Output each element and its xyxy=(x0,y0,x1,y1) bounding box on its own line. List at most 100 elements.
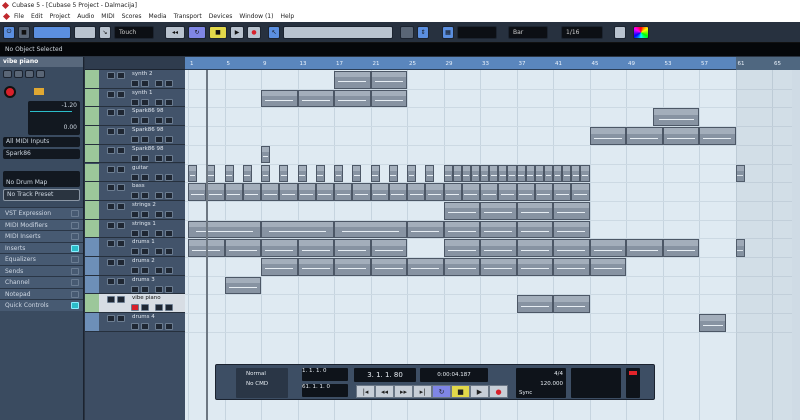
midi-event[interactable] xyxy=(370,71,407,89)
audio-event[interactable] xyxy=(480,239,517,257)
midi-event[interactable] xyxy=(315,183,334,201)
midi-event[interactable] xyxy=(334,164,344,183)
write-button[interactable] xyxy=(165,210,173,218)
track-row[interactable]: drums 2 xyxy=(85,257,185,276)
read-button[interactable] xyxy=(155,285,163,293)
midi-event[interactable] xyxy=(370,164,380,183)
marker-panel[interactable] xyxy=(571,368,621,398)
read-button[interactable] xyxy=(155,173,163,181)
track-row[interactable]: Spark86 98 xyxy=(85,144,185,164)
solo-button[interactable] xyxy=(117,315,125,323)
record-enable-button[interactable] xyxy=(131,192,139,200)
edit-button[interactable] xyxy=(34,88,44,95)
write-button[interactable] xyxy=(165,154,173,162)
audio-event[interactable] xyxy=(553,258,590,276)
track-row[interactable]: strings 2 xyxy=(85,200,185,220)
audio-event[interactable] xyxy=(589,258,626,276)
forward-button[interactable]: ▸▸ xyxy=(394,385,413,398)
record-enable-button[interactable] xyxy=(131,248,139,256)
track-row[interactable]: synth 2 xyxy=(85,70,185,89)
write-button[interactable] xyxy=(165,323,173,331)
mute-button[interactable] xyxy=(107,109,115,117)
monitor-button[interactable] xyxy=(141,173,149,181)
midi-event[interactable] xyxy=(443,201,480,220)
constrain-delay-button[interactable]: ■ xyxy=(18,25,30,39)
midi-event[interactable] xyxy=(188,220,261,239)
play-button[interactable]: ▶ xyxy=(470,385,489,398)
solo-button[interactable] xyxy=(117,240,125,248)
midi-event[interactable] xyxy=(553,201,590,220)
section-toggle[interactable] xyxy=(71,221,79,229)
midi-event[interactable] xyxy=(242,183,261,201)
stop-button[interactable]: ■ xyxy=(209,25,227,39)
midi-event[interactable] xyxy=(571,164,581,183)
monitor-button[interactable] xyxy=(141,210,149,218)
inspector-section[interactable]: MIDI Modifiers xyxy=(0,218,83,230)
midi-event[interactable] xyxy=(261,164,271,183)
midi-event[interactable] xyxy=(407,164,417,183)
audio-event[interactable] xyxy=(699,314,727,332)
midi-event[interactable] xyxy=(315,164,325,183)
solo-button[interactable] xyxy=(117,296,125,304)
midi-event[interactable] xyxy=(553,183,572,201)
midi-event[interactable] xyxy=(352,164,362,183)
monitor-button[interactable] xyxy=(141,229,149,237)
monitor-button[interactable] xyxy=(141,323,149,331)
midi-event[interactable] xyxy=(388,164,398,183)
view-toggles[interactable] xyxy=(33,25,71,39)
right-locator[interactable]: 61. 1. 1. 0 xyxy=(302,384,348,397)
record-enable-button[interactable] xyxy=(131,210,139,218)
read-button[interactable] xyxy=(155,323,163,331)
cycle-button[interactable]: ↻ xyxy=(188,25,206,39)
record-enable-button[interactable] xyxy=(131,285,139,293)
quantize-settings-button[interactable] xyxy=(614,25,626,39)
go-to-end-button[interactable]: ▸| xyxy=(413,385,432,398)
write-button[interactable] xyxy=(165,80,173,87)
menu-devices[interactable]: Devices xyxy=(209,11,233,22)
track-row[interactable]: drums 4 xyxy=(85,313,185,332)
track-name[interactable]: Spark86 98 xyxy=(132,108,164,114)
track-row[interactable]: vibe piano xyxy=(85,294,185,314)
audio-event[interactable] xyxy=(297,239,334,257)
midi-event[interactable] xyxy=(498,183,517,201)
track-row[interactable]: drums 3 xyxy=(85,275,185,295)
read-button[interactable] xyxy=(155,117,163,125)
midi-event[interactable] xyxy=(297,164,307,183)
monitor-button[interactable] xyxy=(141,267,149,274)
quantize-select[interactable]: 1/16 xyxy=(561,25,603,39)
track-name[interactable]: drums 3 xyxy=(132,277,155,283)
midi-event[interactable] xyxy=(507,164,517,183)
audio-event[interactable] xyxy=(443,239,480,257)
edit-tools[interactable] xyxy=(283,25,393,39)
midi-event[interactable] xyxy=(425,164,435,183)
monitor-button[interactable] xyxy=(141,136,149,144)
track-row[interactable]: bass xyxy=(85,182,185,201)
monitor-button[interactable] xyxy=(141,192,149,200)
write-button[interactable] xyxy=(165,136,173,144)
midi-event[interactable] xyxy=(516,220,553,239)
read-button[interactable] xyxy=(155,154,163,162)
write-button[interactable] xyxy=(165,192,173,200)
record-enable-button[interactable] xyxy=(131,80,139,87)
read-button[interactable] xyxy=(155,98,163,106)
track-name[interactable]: Spark86 98 xyxy=(132,127,164,133)
midi-event[interactable] xyxy=(261,145,271,164)
sync-button[interactable]: Sync xyxy=(519,390,532,396)
midi-event[interactable] xyxy=(297,183,316,201)
record-enable-button[interactable] xyxy=(131,136,139,144)
write-button[interactable] xyxy=(165,117,173,125)
left-locator[interactable]: 1. 1. 1. 0 xyxy=(302,368,348,381)
audio-event[interactable] xyxy=(443,258,480,276)
midi-event[interactable] xyxy=(626,127,663,145)
write-button[interactable] xyxy=(165,229,173,237)
color-palette-icon[interactable] xyxy=(633,25,649,39)
midi-event[interactable] xyxy=(224,183,243,201)
menu-edit[interactable]: Edit xyxy=(31,11,43,22)
midi-event[interactable] xyxy=(562,164,572,183)
midi-event[interactable] xyxy=(407,183,426,201)
read-button[interactable] xyxy=(155,136,163,144)
midi-event[interactable] xyxy=(425,183,444,201)
monitor-button[interactable] xyxy=(141,98,149,106)
menu-file[interactable]: File xyxy=(14,11,24,22)
monitor-button[interactable] xyxy=(141,117,149,125)
